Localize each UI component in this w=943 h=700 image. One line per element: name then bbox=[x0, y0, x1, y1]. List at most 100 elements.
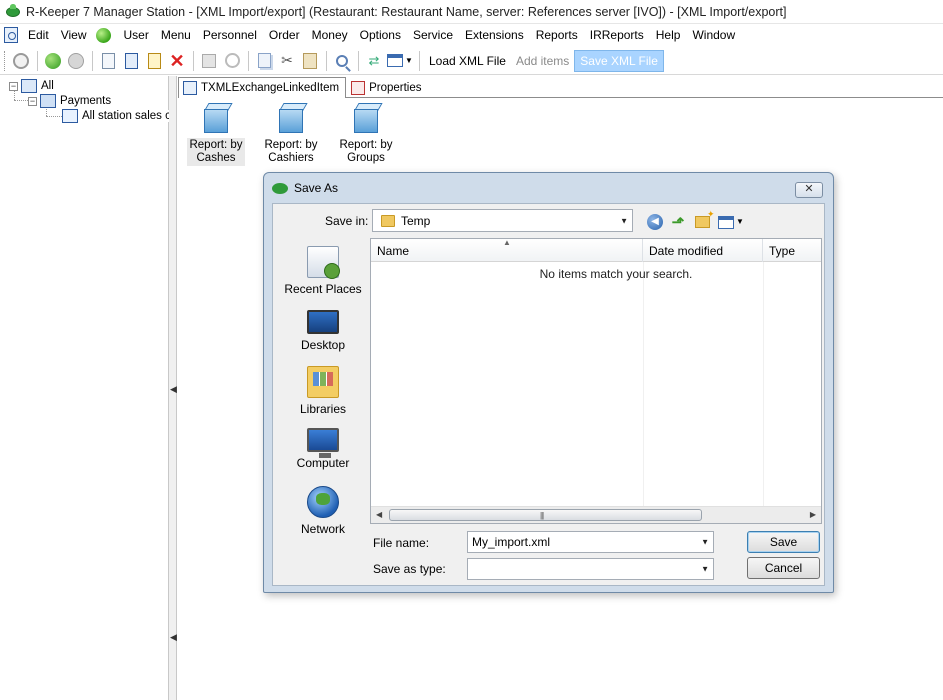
arrows-button[interactable]: ⇄ bbox=[363, 50, 385, 72]
refresh-icon bbox=[13, 52, 29, 69]
close-icon: ✕ bbox=[804, 183, 814, 195]
collapse-icon[interactable]: − bbox=[9, 81, 18, 91]
place-label: Desktop bbox=[300, 338, 346, 352]
tree-node-payments[interactable]: − Payments bbox=[28, 94, 111, 108]
place-desktop[interactable]: Desktop bbox=[273, 306, 373, 352]
file-name-label: File name: bbox=[373, 536, 430, 550]
menu-personnel[interactable]: Personnel bbox=[197, 28, 263, 42]
menu-order[interactable]: Order bbox=[263, 28, 306, 42]
add-items-button[interactable]: Add items bbox=[511, 50, 574, 72]
tree-label: All bbox=[41, 80, 54, 92]
menu-window[interactable]: Window bbox=[686, 28, 741, 42]
dialog-save-button[interactable]: Save bbox=[747, 531, 820, 553]
scroll-right-icon[interactable]: ▶ bbox=[810, 510, 816, 519]
file-name-input[interactable]: My_import.xml ▼ bbox=[467, 531, 714, 553]
menu-service[interactable]: Service bbox=[407, 28, 459, 42]
tab-txmlexchangelinkeditem[interactable]: TXMLExchangeLinkedItem bbox=[178, 77, 347, 98]
report-label: Report: by Cashiers bbox=[262, 138, 319, 166]
menu-options[interactable]: Options bbox=[354, 28, 407, 42]
column-name[interactable]: Name ▲ bbox=[371, 238, 643, 262]
network-icon bbox=[307, 486, 339, 518]
grid-view-button[interactable]: ▼ bbox=[386, 50, 414, 72]
horizontal-scrollbar[interactable]: ◀ ||| ▶ bbox=[371, 506, 821, 523]
menu-edit[interactable]: Edit bbox=[22, 28, 55, 42]
scrollbar-thumb[interactable]: ||| bbox=[389, 509, 702, 521]
column-label: Type bbox=[769, 243, 796, 258]
new-folder-icon bbox=[694, 209, 714, 228]
save-as-type-label: Save as type: bbox=[373, 562, 446, 576]
go-back-button[interactable]: ◀ bbox=[646, 213, 664, 231]
up-folder-icon: ⬏ bbox=[671, 214, 685, 231]
new-doc-icon bbox=[101, 52, 115, 69]
copy-button[interactable] bbox=[253, 50, 275, 72]
tree-node-all[interactable]: − All bbox=[9, 79, 54, 93]
report-by-groups[interactable]: Report: by Groups bbox=[336, 103, 396, 166]
column-date-modified[interactable]: Date modified bbox=[643, 239, 763, 262]
paste-button[interactable] bbox=[299, 50, 321, 72]
menu-reports[interactable]: Reports bbox=[530, 28, 584, 42]
chevron-down-icon[interactable]: ▼ bbox=[701, 538, 709, 547]
collapse-icon[interactable]: − bbox=[28, 96, 37, 106]
chevron-down-icon[interactable]: ▼ bbox=[736, 217, 744, 226]
edit-doc-button[interactable] bbox=[120, 50, 142, 72]
new-folder-button[interactable] bbox=[693, 209, 714, 231]
place-recent-places[interactable]: Recent Places bbox=[273, 246, 373, 296]
save-button[interactable] bbox=[198, 50, 220, 72]
grid-icon bbox=[387, 54, 404, 67]
tree-node-all-station-sales[interactable]: All station sales cu bbox=[62, 109, 178, 123]
chevron-left-icon[interactable]: ◀ bbox=[170, 632, 177, 643]
column-divider bbox=[763, 262, 764, 507]
place-label: Libraries bbox=[299, 402, 347, 416]
document-menu-icon[interactable] bbox=[4, 27, 18, 43]
back-button[interactable] bbox=[42, 50, 64, 72]
file-list[interactable]: Name ▲ Date modified Type No items match… bbox=[370, 238, 822, 524]
menu-user[interactable]: User bbox=[117, 28, 154, 42]
status-dot-icon bbox=[96, 27, 112, 43]
place-computer[interactable]: Computer bbox=[273, 426, 373, 470]
toolbar-grip[interactable] bbox=[4, 50, 7, 71]
export-button[interactable] bbox=[143, 50, 165, 72]
view-menu-icon bbox=[718, 215, 734, 229]
menu-money[interactable]: Money bbox=[306, 28, 354, 42]
menu-help[interactable]: Help bbox=[650, 28, 687, 42]
view-menu-button[interactable] bbox=[717, 213, 735, 231]
place-libraries[interactable]: Libraries bbox=[273, 366, 373, 416]
menu-extensions[interactable]: Extensions bbox=[459, 28, 530, 42]
menu-irreports[interactable]: IRReports bbox=[584, 28, 650, 42]
menu-menu[interactable]: Menu bbox=[155, 28, 197, 42]
chevron-left-icon[interactable]: ◀ bbox=[170, 384, 177, 395]
export-icon bbox=[147, 52, 161, 69]
refresh-button[interactable] bbox=[10, 50, 32, 72]
tab-properties[interactable]: Properties bbox=[346, 77, 428, 98]
scroll-left-icon[interactable]: ◀ bbox=[376, 510, 382, 519]
find-button[interactable] bbox=[331, 50, 353, 72]
report-label-line: Report: by bbox=[264, 139, 318, 151]
tree-connector bbox=[46, 116, 62, 117]
place-network[interactable]: Network bbox=[273, 486, 373, 536]
cube-icon bbox=[350, 103, 383, 135]
save-xml-button[interactable]: Save XML File bbox=[574, 49, 664, 72]
panel-splitter[interactable]: ◀ ◀ bbox=[169, 76, 177, 700]
tab-label: TXMLExchangeLinkedItem bbox=[201, 82, 340, 94]
cut-button[interactable]: ✂ bbox=[276, 50, 298, 72]
save-button-label: Save bbox=[769, 535, 798, 549]
place-label: Computer bbox=[296, 456, 350, 470]
back-arrow-icon: ◀ bbox=[647, 214, 663, 230]
dialog-close-button[interactable]: ✕ bbox=[795, 182, 823, 198]
up-folder-button[interactable]: ⬏ bbox=[669, 213, 687, 231]
forward-button[interactable] bbox=[65, 50, 87, 72]
undo-button[interactable] bbox=[221, 50, 243, 72]
menu-view[interactable]: View bbox=[55, 28, 93, 42]
copy-icon bbox=[257, 53, 271, 68]
report-by-cashes[interactable]: Report: by Cashes bbox=[186, 103, 246, 166]
dialog-cancel-button[interactable]: Cancel bbox=[747, 557, 820, 579]
load-xml-button[interactable]: Load XML File bbox=[424, 50, 511, 72]
dialog-title-bar[interactable]: Save As bbox=[264, 173, 833, 203]
column-type[interactable]: Type bbox=[763, 239, 823, 262]
save-as-type-dropdown[interactable]: ▼ bbox=[467, 558, 714, 580]
save-in-dropdown[interactable]: Temp ▼ bbox=[372, 209, 633, 232]
delete-button[interactable]: ✕ bbox=[166, 50, 188, 72]
report-by-cashiers[interactable]: Report: by Cashiers bbox=[261, 103, 321, 166]
tree-label: All station sales cu bbox=[82, 110, 178, 122]
new-doc-button[interactable] bbox=[97, 50, 119, 72]
